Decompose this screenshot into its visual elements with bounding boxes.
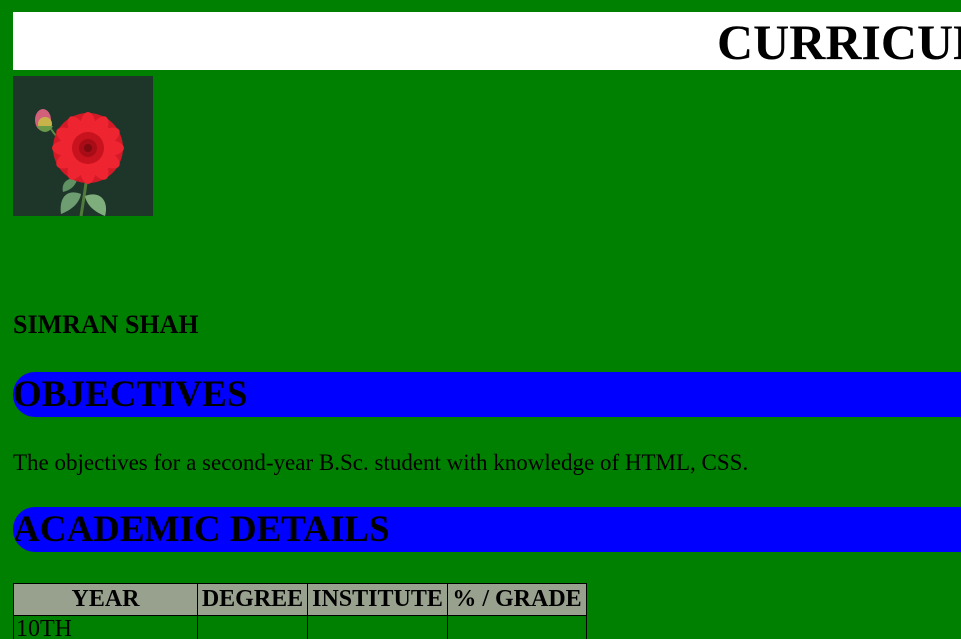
academic-table: YEAR DEGREE INSTITUTE % / GRADE 10TH [13,583,587,639]
table-row: 10TH [13,615,587,639]
column-header-year: YEAR [13,583,198,616]
cell-degree [197,615,308,639]
academic-header-bar: ACADEMIC DETAILS [13,507,961,552]
column-header-grade: % / GRADE [447,583,587,616]
profile-photo [13,76,153,216]
column-header-degree: DEGREE [197,583,308,616]
title-bar: CURRICULUM VITAE [13,12,961,70]
objectives-header-bar: OBJECTIVES [13,372,961,417]
cell-year: 10TH [13,615,198,639]
cell-institute [307,615,448,639]
table-header-row: YEAR DEGREE INSTITUTE % / GRADE [13,583,587,616]
dahlia-flower-icon [13,76,153,216]
page-title: CURRICULUM VITAE [717,14,961,70]
candidate-name: SIMRAN SHAH [13,310,199,339]
objectives-text: The objectives for a second-year B.Sc. s… [13,450,749,475]
objectives-heading: OBJECTIVES [13,374,248,415]
cell-grade [447,615,587,639]
academic-heading: ACADEMIC DETAILS [13,509,390,550]
column-header-institute: INSTITUTE [307,583,448,616]
cv-page: CURRICULUM VITAE [0,0,961,639]
